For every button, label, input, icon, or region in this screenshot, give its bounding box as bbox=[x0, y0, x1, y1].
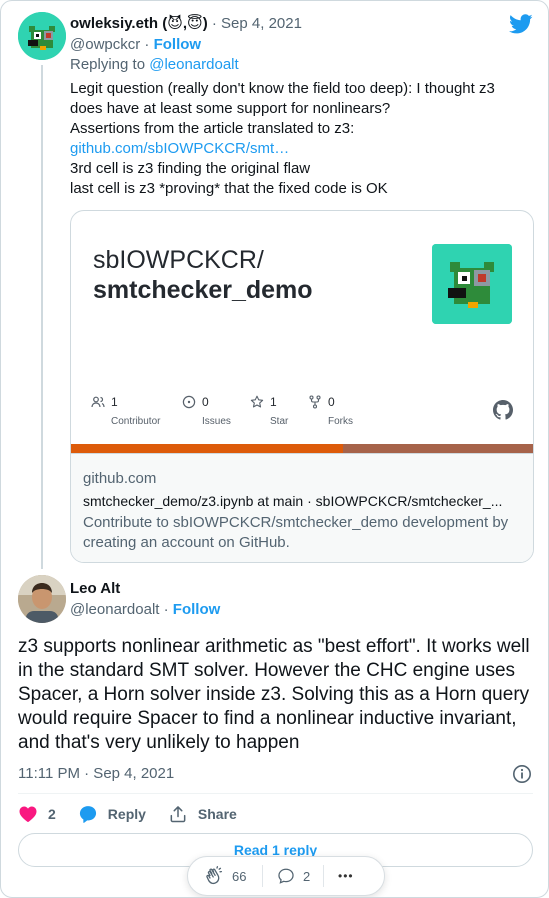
parent-author-name[interactable]: owleksiy.eth (😈,😇) bbox=[70, 15, 208, 32]
language-segment bbox=[343, 444, 533, 453]
like-count: 2 bbox=[48, 806, 56, 822]
stat-count: 1 bbox=[111, 395, 118, 409]
handle-separator: · bbox=[144, 36, 154, 53]
card-description: Contribute to sbIOWPCKCR/smtchecker_demo… bbox=[83, 514, 509, 551]
tweet-text-line: 3rd cell is z3 finding the original flaw bbox=[70, 160, 311, 177]
comments-button[interactable]: 2 bbox=[277, 867, 323, 885]
main-handle-row: @leonardoalt · Follow bbox=[70, 600, 220, 620]
language-segment bbox=[71, 444, 343, 453]
star-icon bbox=[250, 395, 264, 408]
stat-issues: 0 Issues bbox=[182, 394, 231, 434]
follow-leonardoalt-button[interactable]: Follow bbox=[173, 601, 221, 618]
tweet-actions: 2 Reply Share bbox=[18, 802, 259, 826]
share-button[interactable]: Share bbox=[168, 804, 237, 824]
main-author-handle[interactable]: @leonardoalt bbox=[70, 601, 159, 618]
clap-button[interactable]: 66 bbox=[204, 866, 262, 886]
card-footer: github.com smtchecker_demo/z3.ipynb at m… bbox=[71, 453, 533, 562]
replying-to-handle[interactable]: @leonardoalt bbox=[149, 56, 238, 73]
tweet-text-line: last cell is z3 *proving* that the fixed… bbox=[70, 180, 388, 197]
fork-icon bbox=[309, 395, 321, 409]
thread-line bbox=[41, 65, 43, 569]
parent-tweet-date[interactable]: Sep 4, 2021 bbox=[221, 15, 302, 32]
clap-count: 66 bbox=[232, 868, 247, 884]
replying-to-prefix: Replying to bbox=[70, 56, 150, 73]
replying-to: Replying to @leonardoalt bbox=[70, 55, 239, 75]
parent-tweet-header: owleksiy.eth (😈,😇) · Sep 4, 2021 bbox=[70, 14, 302, 34]
reply-button[interactable]: Reply bbox=[78, 804, 146, 824]
divider bbox=[18, 793, 533, 794]
twitter-bird-icon[interactable] bbox=[509, 14, 533, 36]
link-preview-card[interactable]: sbIOWPCKCR/ smtchecker_demo 1 Contributo… bbox=[70, 210, 534, 563]
card-repo-name: smtchecker_demo bbox=[93, 276, 313, 304]
card-domain: github.com bbox=[83, 470, 157, 487]
stat-label: Forks bbox=[328, 416, 353, 427]
stat-count: 0 bbox=[328, 395, 335, 409]
handle-separator: · bbox=[163, 601, 173, 618]
stat-count: 1 bbox=[270, 395, 277, 409]
tweet-timestamp[interactable]: 11:11 PM · Sep 4, 2021 bbox=[18, 764, 174, 784]
issues-icon bbox=[182, 395, 196, 409]
comment-icon bbox=[278, 868, 294, 884]
clap-icon bbox=[206, 866, 223, 885]
card-repo-owner: sbIOWPCKCR/ bbox=[93, 246, 264, 274]
stat-label: Issues bbox=[202, 416, 231, 427]
stat-stars: 1 Star bbox=[250, 394, 288, 434]
stat-label: Contributor bbox=[111, 416, 161, 427]
reply-bubble-icon bbox=[79, 806, 96, 823]
main-tweet-text: z3 supports nonlinear arithmetic as "bes… bbox=[18, 636, 530, 753]
more-options-button[interactable]: ••• bbox=[338, 869, 354, 883]
card-title: smtchecker_demo/z3.ipynb at main · sbIOW… bbox=[83, 493, 503, 509]
language-bar bbox=[71, 444, 533, 453]
stat-contributors: 1 Contributor bbox=[91, 394, 160, 434]
github-link[interactable]: github.com/sbIOWPCKCR/smt… bbox=[70, 139, 525, 159]
stat-forks: 0 Forks bbox=[308, 394, 353, 434]
tweet-text-line: Legit question (really don't know the fi… bbox=[70, 80, 495, 97]
main-author-name[interactable]: Leo Alt bbox=[70, 579, 120, 599]
tweet-embed: owleksiy.eth (😈,😇) · Sep 4, 2021 @owpckc… bbox=[0, 0, 549, 898]
follow-owpckcr-button[interactable]: Follow bbox=[154, 36, 202, 53]
stat-label: Star bbox=[270, 416, 289, 427]
heart-icon bbox=[19, 806, 37, 822]
like-button[interactable]: 2 bbox=[18, 804, 56, 824]
separator bbox=[262, 865, 263, 887]
parent-handle-row: @owpckcr · Follow bbox=[70, 35, 201, 55]
github-icon bbox=[493, 400, 513, 420]
contributors-icon bbox=[91, 396, 105, 408]
info-icon[interactable] bbox=[512, 764, 532, 784]
parent-tweet-text: Legit question (really don't know the fi… bbox=[70, 79, 525, 199]
floating-reaction-bar: 66 2 ••• bbox=[187, 856, 385, 896]
reply-label: Reply bbox=[107, 806, 146, 822]
header-separator: · bbox=[211, 15, 217, 32]
parent-author-handle[interactable]: @owpckcr bbox=[70, 36, 140, 53]
share-icon bbox=[170, 806, 186, 823]
separator bbox=[323, 865, 324, 887]
card-repo-avatar bbox=[432, 244, 512, 324]
owleksiy-avatar[interactable] bbox=[18, 12, 66, 60]
tweet-text-line: Assertions from the article translated t… bbox=[70, 120, 355, 137]
leo-alt-avatar[interactable] bbox=[18, 575, 66, 623]
stat-count: 0 bbox=[202, 395, 209, 409]
comment-count: 2 bbox=[303, 868, 311, 884]
tweet-text-line: does have at least some support for nonl… bbox=[70, 100, 391, 117]
share-label: Share bbox=[197, 806, 237, 822]
